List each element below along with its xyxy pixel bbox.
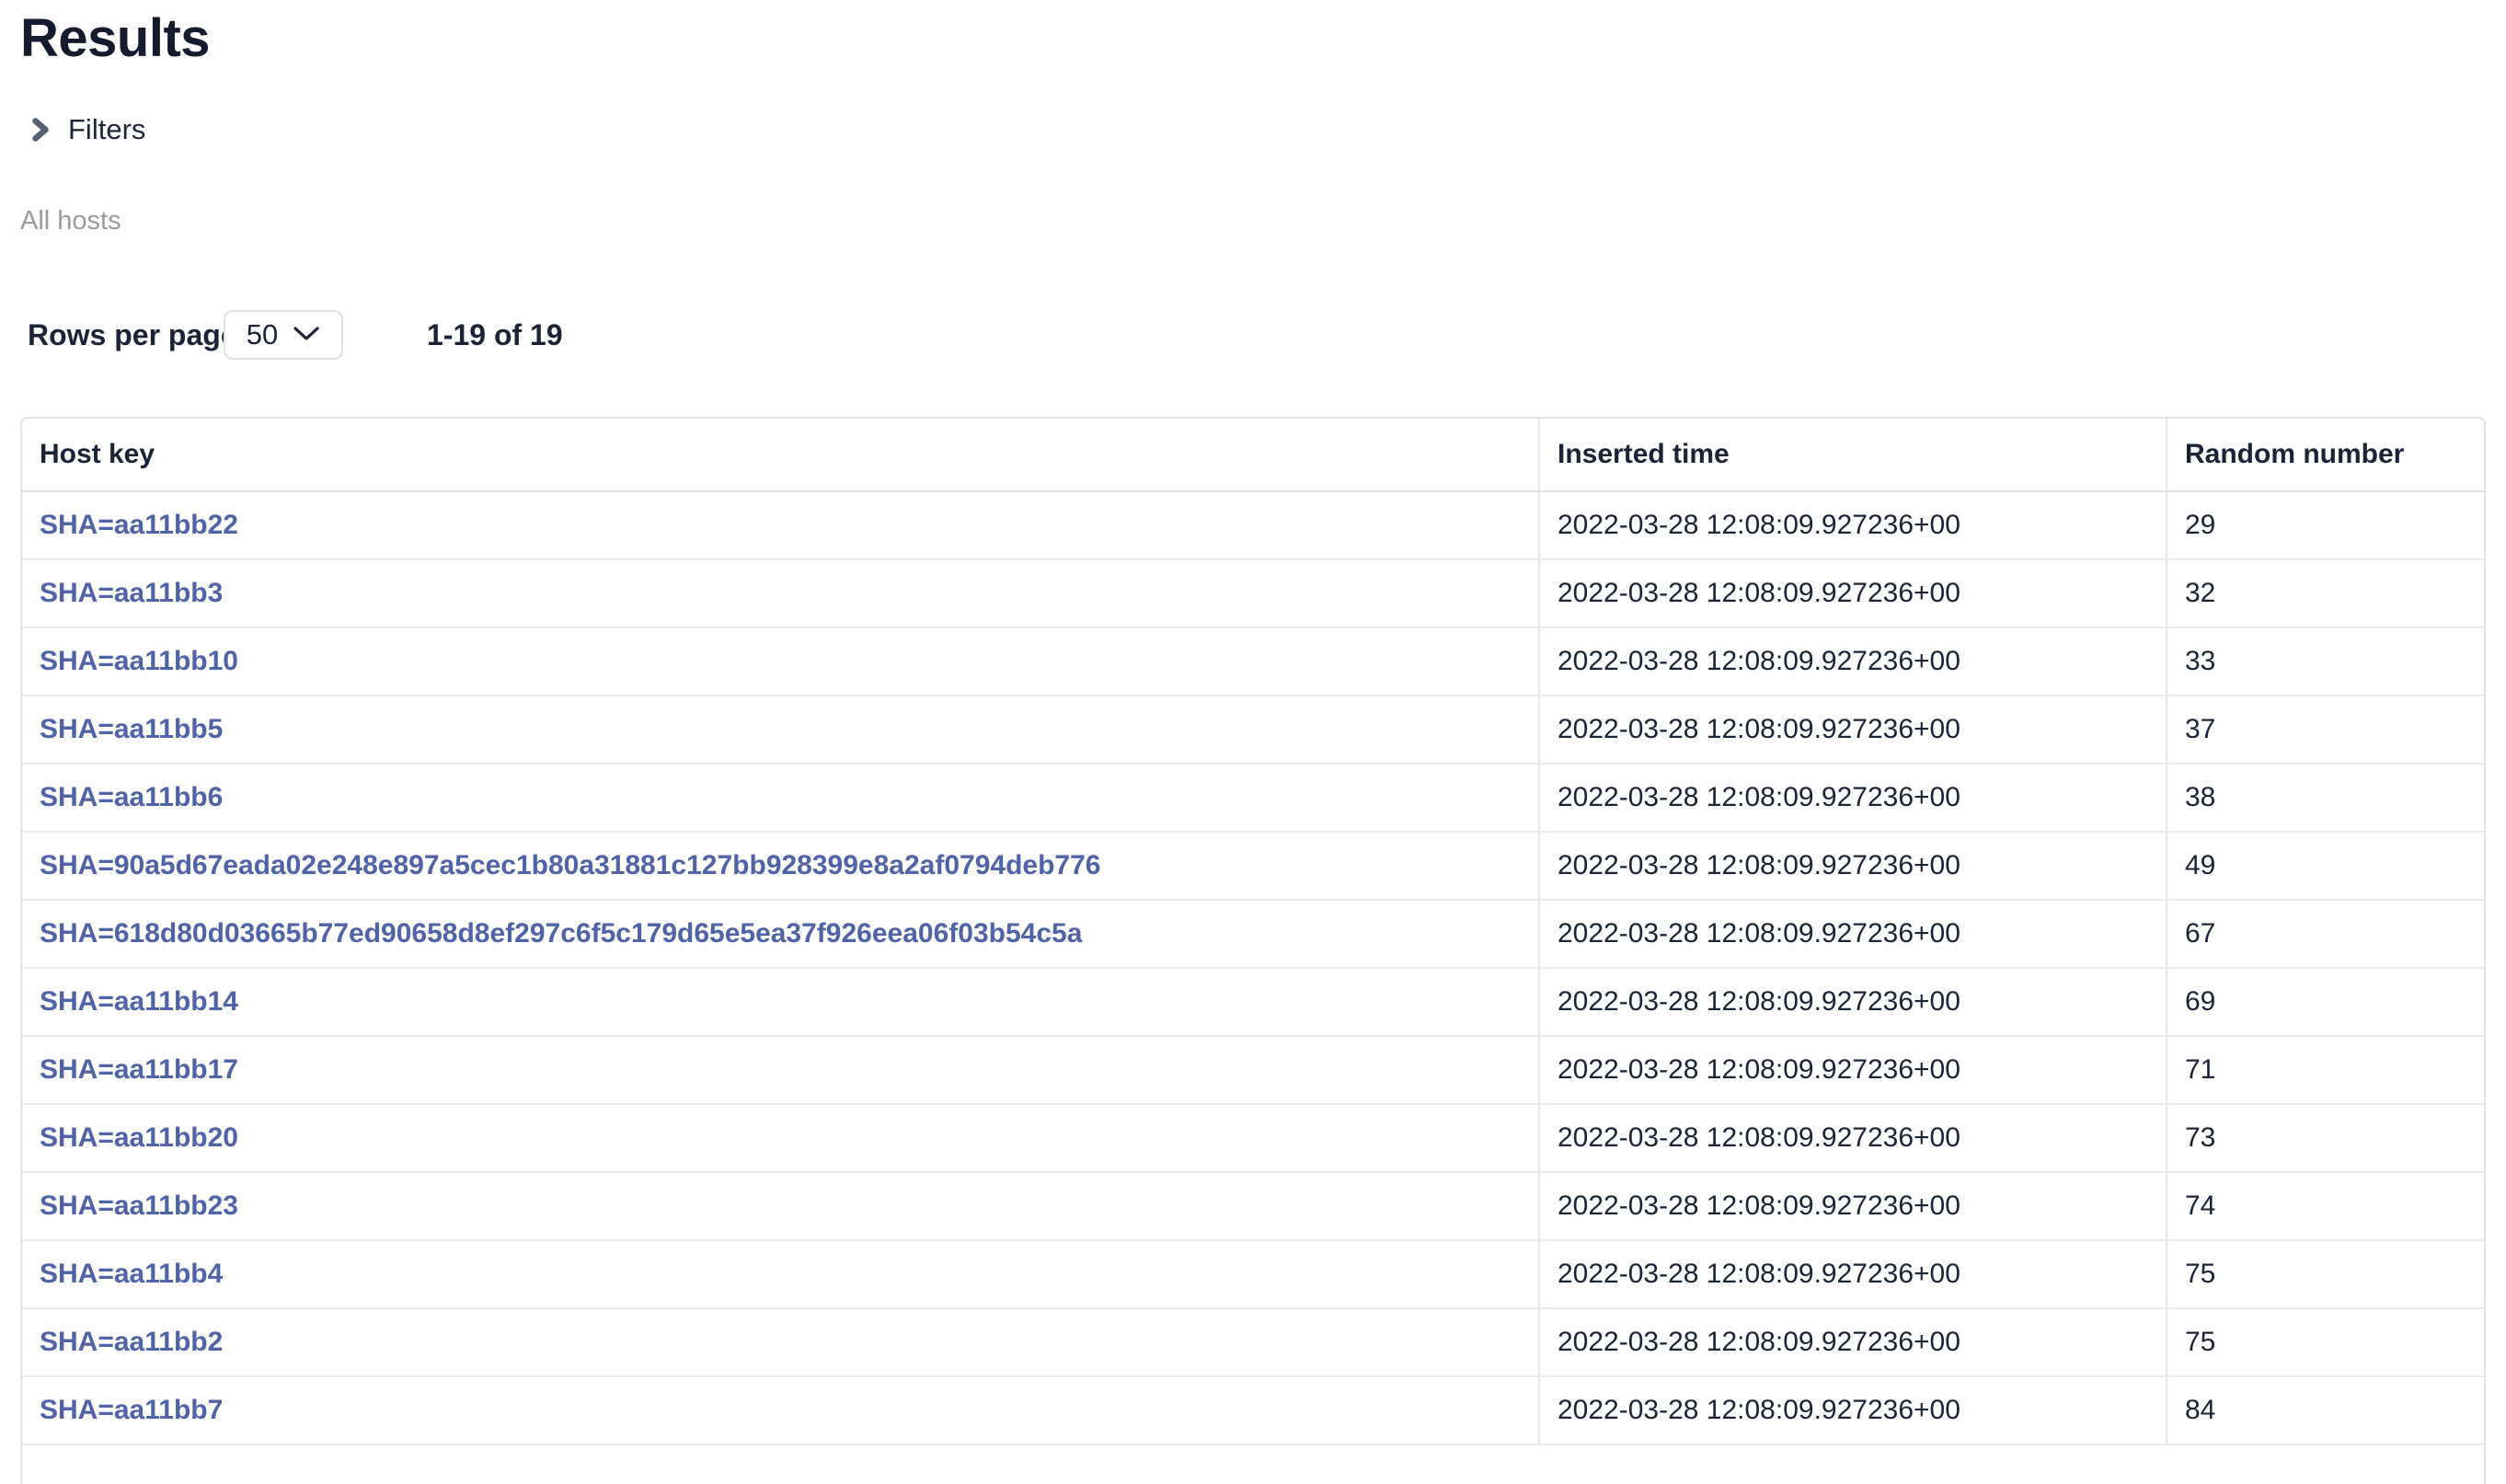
random-number-cell: 49 xyxy=(2167,832,2484,900)
inserted-time-cell: 2022-03-28 12:08:09.927236+00 xyxy=(1539,696,2167,764)
random-number-cell: 37 xyxy=(2167,696,2484,764)
column-header-random-number: Random number xyxy=(2167,419,2484,491)
table-row: SHA=aa11bb4 2022-03-28 12:08:09.927236+0… xyxy=(22,1240,2484,1308)
table-row: SHA=aa11bb22 2022-03-28 12:08:09.927236+… xyxy=(22,491,2484,559)
rows-per-page-value: 50 xyxy=(247,318,278,351)
table-row: SHA=aa11bb3 2022-03-28 12:08:09.927236+0… xyxy=(22,559,2484,627)
random-number-cell: 75 xyxy=(2167,1240,2484,1308)
random-number-cell: 74 xyxy=(2167,1172,2484,1240)
random-number-cell: 69 xyxy=(2167,968,2484,1036)
host-key-link[interactable]: SHA=aa11bb20 xyxy=(40,1122,238,1153)
table-row: SHA=aa11bb10 2022-03-28 12:08:09.927236+… xyxy=(22,627,2484,696)
host-key-link[interactable]: SHA=aa11bb5 xyxy=(40,714,223,744)
host-key-link[interactable]: SHA=aa11bb22 xyxy=(40,510,238,540)
inserted-time-cell: 2022-03-28 12:08:09.927236+00 xyxy=(1539,1036,2167,1104)
table-row: SHA=aa11bb5 2022-03-28 12:08:09.927236+0… xyxy=(22,696,2484,764)
inserted-time-cell: 2022-03-28 12:08:09.927236+00 xyxy=(1539,1240,2167,1308)
table-row: SHA=618d80d03665b77ed90658d8ef297c6f5c17… xyxy=(22,900,2484,968)
table-row: SHA=aa11bb17 2022-03-28 12:08:09.927236+… xyxy=(22,1036,2484,1104)
random-number-cell: 84 xyxy=(2167,1376,2484,1444)
column-header-host-key: Host key xyxy=(22,419,1539,491)
chevron-right-icon xyxy=(30,118,51,142)
page-title: Results xyxy=(20,6,210,73)
random-number-cell: 75 xyxy=(2167,1308,2484,1376)
table-row: SHA=aa11bb7 2022-03-28 12:08:09.927236+0… xyxy=(22,1376,2484,1444)
rows-per-page-label: Rows per page xyxy=(28,310,237,360)
filters-label: Filters xyxy=(64,113,145,146)
pagination-range: 1-19 of 19 xyxy=(427,310,563,360)
rows-per-page-select[interactable]: 50 xyxy=(224,310,343,360)
hosts-scope-label: All hosts xyxy=(20,206,121,236)
table-header-row: Host key Inserted time Random number xyxy=(22,419,2484,491)
host-key-link[interactable]: SHA=aa11bb10 xyxy=(40,646,238,676)
host-key-link[interactable]: SHA=aa11bb6 xyxy=(40,782,223,812)
host-key-link[interactable]: SHA=aa11bb7 xyxy=(40,1395,223,1425)
pagination-bar: Rows per page 50 1-19 of 19 xyxy=(0,310,2506,360)
table-row: SHA=aa11bb20 2022-03-28 12:08:09.927236+… xyxy=(22,1104,2484,1172)
inserted-time-cell: 2022-03-28 12:08:09.927236+00 xyxy=(1539,832,2167,900)
host-key-link[interactable]: SHA=90a5d67eada02e248e897a5cec1b80a31881… xyxy=(40,850,1100,880)
inserted-time-cell: 2022-03-28 12:08:09.927236+00 xyxy=(1539,1172,2167,1240)
host-key-link[interactable]: SHA=618d80d03665b77ed90658d8ef297c6f5c17… xyxy=(40,918,1082,949)
table-row: SHA=aa11bb2 2022-03-28 12:08:09.927236+0… xyxy=(22,1308,2484,1376)
results-table: Host key Inserted time Random number SHA… xyxy=(20,417,2486,1484)
host-key-link[interactable]: SHA=aa11bb17 xyxy=(40,1054,238,1085)
random-number-cell: 71 xyxy=(2167,1036,2484,1104)
random-number-cell: 32 xyxy=(2167,559,2484,627)
host-key-link[interactable]: SHA=aa11bb23 xyxy=(40,1191,238,1221)
inserted-time-cell: 2022-03-28 12:08:09.927236+00 xyxy=(1539,900,2167,968)
host-key-link[interactable]: SHA=aa11bb4 xyxy=(40,1259,223,1289)
table-row: SHA=aa11bb23 2022-03-28 12:08:09.927236+… xyxy=(22,1172,2484,1240)
inserted-time-cell: 2022-03-28 12:08:09.927236+00 xyxy=(1539,1104,2167,1172)
table-row: SHA=90a5d67eada02e248e897a5cec1b80a31881… xyxy=(22,832,2484,900)
host-key-link[interactable]: SHA=aa11bb2 xyxy=(40,1327,223,1357)
host-key-link[interactable]: SHA=aa11bb3 xyxy=(40,578,223,608)
table-row: SHA=aa11bb14 2022-03-28 12:08:09.927236+… xyxy=(22,968,2484,1036)
random-number-cell: 67 xyxy=(2167,900,2484,968)
inserted-time-cell: 2022-03-28 12:08:09.927236+00 xyxy=(1539,1376,2167,1444)
chevron-down-icon xyxy=(293,325,320,346)
table-body: SHA=aa11bb22 2022-03-28 12:08:09.927236+… xyxy=(22,491,2484,1444)
inserted-time-cell: 2022-03-28 12:08:09.927236+00 xyxy=(1539,764,2167,832)
inserted-time-cell: 2022-03-28 12:08:09.927236+00 xyxy=(1539,559,2167,627)
random-number-cell: 33 xyxy=(2167,627,2484,696)
random-number-cell: 38 xyxy=(2167,764,2484,832)
column-header-inserted-time: Inserted time xyxy=(1539,419,2167,491)
filters-toggle[interactable]: Filters xyxy=(30,114,145,145)
random-number-cell: 29 xyxy=(2167,491,2484,559)
random-number-cell: 73 xyxy=(2167,1104,2484,1172)
inserted-time-cell: 2022-03-28 12:08:09.927236+00 xyxy=(1539,627,2167,696)
inserted-time-cell: 2022-03-28 12:08:09.927236+00 xyxy=(1539,1308,2167,1376)
inserted-time-cell: 2022-03-28 12:08:09.927236+00 xyxy=(1539,968,2167,1036)
host-key-link[interactable]: SHA=aa11bb14 xyxy=(40,986,238,1017)
inserted-time-cell: 2022-03-28 12:08:09.927236+00 xyxy=(1539,491,2167,559)
table-row: SHA=aa11bb6 2022-03-28 12:08:09.927236+0… xyxy=(22,764,2484,832)
